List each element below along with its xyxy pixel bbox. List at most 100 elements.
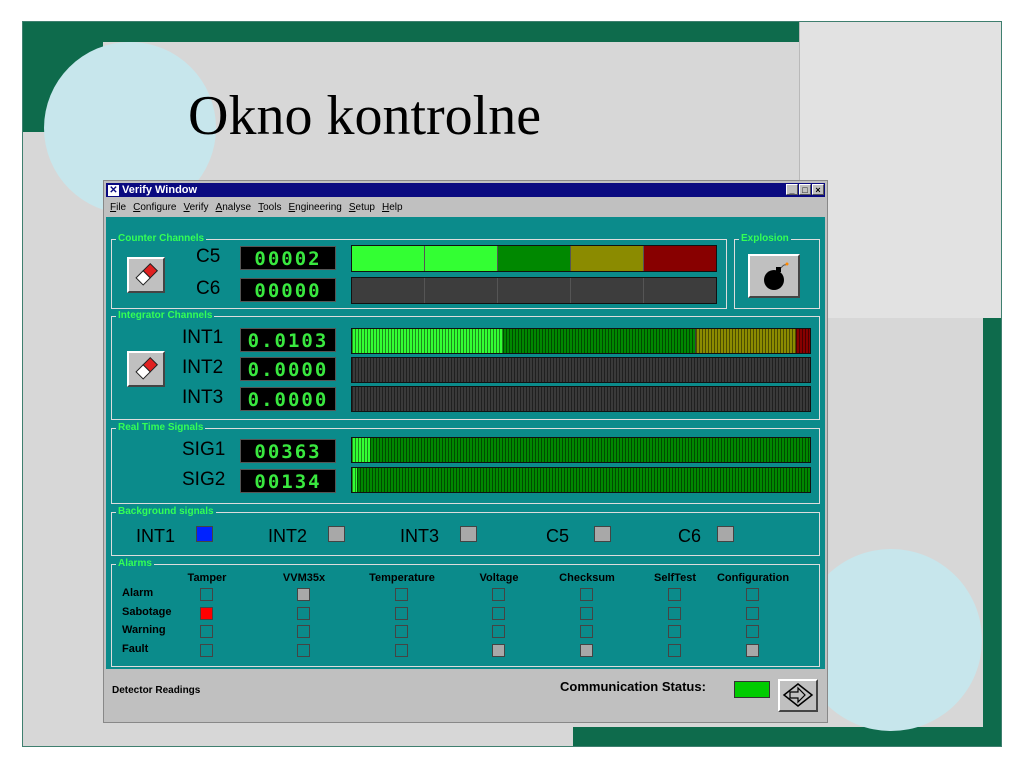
alarm-indicator[interactable] [200, 625, 213, 638]
alarm-indicator[interactable] [746, 607, 759, 620]
background-indicator-int2[interactable] [328, 526, 345, 542]
alarm-row-label: Sabotage [122, 606, 172, 618]
counter-reset-button[interactable] [127, 257, 165, 293]
background-indicator-int1[interactable] [196, 526, 213, 542]
alarm-indicator[interactable] [395, 625, 408, 638]
slide-title: Okno kontrolne [188, 85, 542, 147]
integrator-reset-button[interactable] [127, 351, 165, 387]
level-fill [352, 329, 504, 353]
maximize-button[interactable]: □ [799, 184, 811, 195]
menu-setup[interactable]: Setup [349, 202, 375, 213]
verify-client-area: Counter Channels C5 00002 C6 00000 Explo… [106, 217, 825, 669]
alarm-indicator[interactable] [492, 644, 505, 657]
menu-tools[interactable]: Tools [258, 202, 281, 213]
level-fill [352, 438, 371, 462]
decor-panel-right [799, 22, 1001, 318]
alarm-column-header: Checksum [559, 572, 615, 584]
counter-meter-c5 [351, 245, 717, 272]
menu-engineering[interactable]: Engineering [288, 202, 341, 213]
alarm-column-header: Temperature [369, 572, 435, 584]
counter-display-c6: 00000 [240, 278, 336, 302]
meter-block [425, 246, 498, 271]
alarm-indicator[interactable] [580, 625, 593, 638]
window-titlebar[interactable]: ✕ Verify Window _ □ × [106, 183, 825, 197]
eraser-icon [135, 356, 159, 380]
counter-label-c6: C6 [196, 278, 221, 299]
explosion-button[interactable] [748, 254, 800, 298]
integrator-label-int1: INT1 [182, 327, 224, 348]
alarm-indicator[interactable] [297, 607, 310, 620]
explosion-group: Explosion [734, 233, 820, 309]
integrator-display-int3: 0.0000 [240, 387, 336, 411]
integrator-label-int3: INT3 [182, 387, 224, 408]
alarm-indicator[interactable] [297, 625, 310, 638]
integrator-channels-label: Integrator Channels [116, 310, 215, 322]
alarm-indicator[interactable] [580, 607, 593, 620]
menu-file[interactable]: File [110, 202, 126, 213]
alarm-indicator[interactable] [746, 644, 759, 657]
alarm-indicator[interactable] [668, 625, 681, 638]
alarm-indicator[interactable] [297, 644, 310, 657]
signal-bar-sig1 [351, 437, 811, 463]
alarm-indicator[interactable] [200, 644, 213, 657]
background-signals-group: Background signals INT1 INT2 INT3 C5 C6 [111, 506, 820, 556]
communication-status-indicator [734, 681, 770, 698]
meter-block [352, 246, 425, 271]
counter-label-c5: C5 [196, 246, 221, 267]
arrow-right-icon [782, 683, 814, 707]
real-time-signals-group: Real Time Signals SIG1 00363 SIG2 00134 [111, 422, 820, 504]
alarm-indicator[interactable] [492, 607, 505, 620]
menu-analyse[interactable]: Analyse [216, 202, 252, 213]
signal-display-sig1: 00363 [240, 439, 336, 463]
alarm-indicator[interactable] [395, 607, 408, 620]
menu-help[interactable]: Help [382, 202, 403, 213]
status-text: Detector Readings [112, 685, 201, 696]
signal-bar-sig2 [351, 467, 811, 493]
level-fill [370, 438, 810, 462]
counter-meter-c6 [351, 277, 717, 304]
alarm-indicator[interactable] [200, 588, 213, 601]
integrator-display-int1: 0.0103 [240, 328, 336, 352]
meter-block [571, 278, 644, 303]
menu-configure[interactable]: Configure [133, 202, 176, 213]
meter-block [425, 278, 498, 303]
level-fill [695, 329, 797, 353]
alarm-indicator[interactable] [746, 588, 759, 601]
alarm-indicator[interactable] [200, 607, 213, 620]
meter-block [644, 278, 716, 303]
alarm-indicator[interactable] [492, 588, 505, 601]
alarm-indicator[interactable] [580, 588, 593, 601]
integrator-label-int2: INT2 [182, 357, 224, 378]
alarm-indicator[interactable] [580, 644, 593, 657]
minimize-button[interactable]: _ [786, 184, 798, 195]
alarm-indicator[interactable] [746, 625, 759, 638]
alarm-indicator[interactable] [492, 625, 505, 638]
alarm-row-label: Fault [122, 643, 149, 655]
integrator-bar-int2 [351, 357, 811, 383]
background-indicator-c6[interactable] [717, 526, 734, 542]
eraser-icon [135, 262, 159, 286]
alarm-indicator[interactable] [395, 644, 408, 657]
alarm-column-header: Configuration [716, 572, 790, 584]
next-button[interactable] [778, 679, 818, 712]
counter-display-c5: 00002 [240, 246, 336, 270]
integrator-bar-int3 [351, 386, 811, 412]
alarm-indicator[interactable] [668, 644, 681, 657]
alarm-row-label: Alarm [122, 587, 154, 599]
decor-band-top [23, 22, 799, 42]
window-title: Verify Window [122, 184, 198, 196]
alarm-column-header: Tamper [187, 572, 227, 584]
signal-display-sig2: 00134 [240, 469, 336, 493]
alarm-indicator[interactable] [297, 588, 310, 601]
window-controls: _ □ × [786, 184, 824, 195]
menu-verify[interactable]: Verify [184, 202, 209, 213]
status-bar: Detector Readings Communication Status: [106, 671, 825, 721]
background-indicator-c5[interactable] [594, 526, 611, 542]
alarm-indicator[interactable] [668, 588, 681, 601]
alarm-indicator[interactable] [668, 607, 681, 620]
counter-channels-label: Counter Channels [116, 233, 207, 245]
alarm-indicator[interactable] [395, 588, 408, 601]
background-indicator-int3[interactable] [460, 526, 477, 542]
meter-block [498, 278, 571, 303]
close-button[interactable]: × [812, 184, 824, 195]
